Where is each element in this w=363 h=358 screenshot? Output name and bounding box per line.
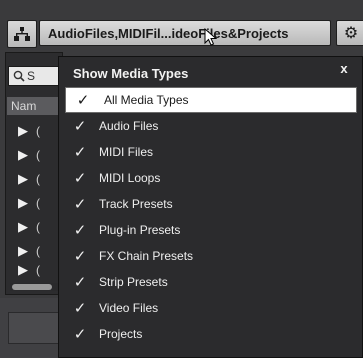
- tree-row[interactable]: ▶(: [18, 169, 60, 189]
- checkmark-icon: ✓: [73, 248, 87, 265]
- tree-row-label: (: [36, 220, 40, 234]
- scrollbar-thumb[interactable]: [12, 284, 52, 290]
- menu-item-label: Projects: [99, 327, 143, 341]
- column-header-label: Nam: [11, 99, 37, 113]
- media-type-filter-label: AudioFiles,MIDIFil...ideoFiles&Projects: [48, 25, 289, 41]
- browser-toolbar: AudioFiles,MIDIFil...ideoFiles&Projects …: [0, 0, 363, 50]
- menu-item-fx-chain-presets[interactable]: ✓ FX Chain Presets: [61, 243, 359, 269]
- tree-row-label: (: [36, 124, 40, 138]
- menu-item-plug-in-presets[interactable]: ✓ Plug-in Presets: [61, 217, 359, 243]
- checkmark-icon: ✓: [73, 300, 87, 317]
- column-header-name[interactable]: Nam: [7, 97, 63, 115]
- menu-item-label: Track Presets: [99, 197, 173, 211]
- expand-arrow-icon[interactable]: ▶: [18, 123, 36, 139]
- checkmark-icon: ✓: [73, 326, 87, 343]
- menu-item-label: Audio Files: [99, 119, 159, 133]
- checkmark-icon: ✓: [73, 196, 87, 213]
- menu-item-video-files[interactable]: ✓ Video Files: [61, 295, 359, 321]
- menu-item-track-presets[interactable]: ✓ Track Presets: [61, 191, 359, 217]
- menu-item-strip-presets[interactable]: ✓ Strip Presets: [61, 269, 359, 295]
- menu-item-label: Plug-in Presets: [99, 223, 181, 237]
- tree-row[interactable]: ▶(: [18, 193, 60, 213]
- gear-icon: ⚙: [343, 25, 359, 42]
- tree-row[interactable]: ▶(: [18, 217, 60, 237]
- menu-item-all-media-types[interactable]: ✓ All Media Types: [65, 87, 357, 113]
- menu-item-label: FX Chain Presets: [99, 249, 194, 263]
- menu-item-label: All Media Types: [104, 93, 189, 107]
- settings-button[interactable]: ⚙: [336, 20, 363, 46]
- tree-row-label: (: [36, 172, 40, 186]
- checkmark-icon: ✓: [76, 92, 90, 109]
- search-placeholder: S: [27, 69, 36, 83]
- sort-tree-button[interactable]: [7, 20, 37, 48]
- tree-row-label: (: [36, 263, 40, 277]
- show-media-types-popup: Show Media Types x ✓ All Media Types ✓ A…: [58, 56, 363, 358]
- menu-item-label: MIDI Files: [99, 145, 153, 159]
- menu-item-midi-files[interactable]: ✓ MIDI Files: [61, 139, 359, 165]
- media-browser: AudioFiles,MIDIFil...ideoFiles&Projects …: [0, 0, 363, 358]
- mouse-cursor-icon: [204, 28, 218, 46]
- tree-row-label: (: [36, 148, 40, 162]
- checkmark-icon: ✓: [73, 144, 87, 161]
- expand-arrow-icon[interactable]: ▶: [18, 262, 36, 278]
- horizontal-scrollbar[interactable]: [10, 283, 60, 291]
- close-button[interactable]: x: [336, 61, 352, 77]
- menu-item-label: Video Files: [99, 301, 159, 315]
- checkmark-icon: ✓: [73, 170, 87, 187]
- lower-panel-field[interactable]: [8, 312, 64, 344]
- search-icon: [13, 70, 25, 82]
- menu-item-label: Strip Presets: [99, 275, 168, 289]
- sort-tree-icon: [14, 27, 30, 41]
- tree-row-label: (: [36, 196, 40, 210]
- checkmark-icon: ✓: [73, 118, 87, 135]
- expand-arrow-icon[interactable]: ▶: [18, 147, 36, 163]
- expand-arrow-icon[interactable]: ▶: [18, 195, 36, 211]
- tree-row[interactable]: ▶(: [18, 262, 60, 278]
- tree-row-label: (: [36, 244, 40, 258]
- search-field[interactable]: S: [8, 66, 60, 86]
- expand-arrow-icon[interactable]: ▶: [18, 171, 36, 187]
- menu-item-audio-files[interactable]: ✓ Audio Files: [61, 113, 359, 139]
- checkmark-icon: ✓: [73, 222, 87, 239]
- tree-row[interactable]: ▶(: [18, 145, 60, 165]
- expand-arrow-icon[interactable]: ▶: [18, 219, 36, 235]
- menu-item-label: MIDI Loops: [99, 171, 161, 185]
- media-type-filter-button[interactable]: AudioFiles,MIDIFil...ideoFiles&Projects: [39, 20, 331, 46]
- popup-title: Show Media Types: [73, 66, 189, 81]
- checkmark-icon: ✓: [73, 274, 87, 291]
- lower-panel: [0, 298, 66, 358]
- expand-arrow-icon[interactable]: ▶: [18, 243, 36, 259]
- menu-item-projects[interactable]: ✓ Projects: [61, 321, 359, 347]
- media-types-menu: ✓ All Media Types ✓ Audio Files ✓ MIDI F…: [61, 87, 359, 347]
- menu-item-midi-loops[interactable]: ✓ MIDI Loops: [61, 165, 359, 191]
- tree-row[interactable]: ▶(: [18, 241, 60, 261]
- tree-row[interactable]: ▶(: [18, 121, 60, 141]
